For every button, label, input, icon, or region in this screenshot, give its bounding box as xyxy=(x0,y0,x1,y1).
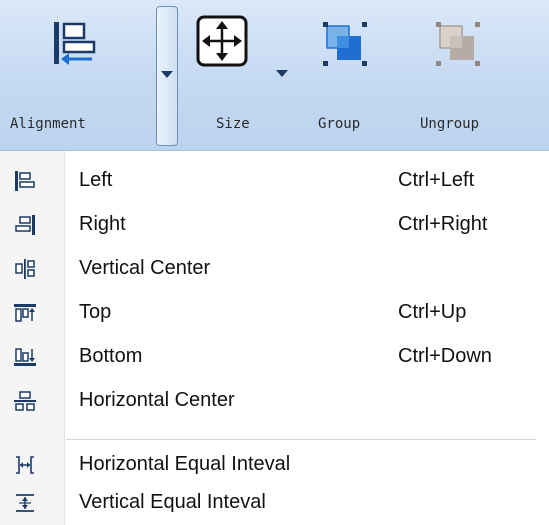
alignment-button[interactable]: Alignment xyxy=(0,0,156,150)
menu-item-bottom[interactable]: Bottom Ctrl+Down xyxy=(0,335,549,379)
menu-item-shortcut: Ctrl+Left xyxy=(398,169,475,191)
menu-item-left[interactable]: Left Ctrl+Left xyxy=(0,159,549,203)
menu-item-label: Horizontal Equal Inteval xyxy=(79,453,291,475)
ribbon-toolbar: Alignment Size Group Ungroup xyxy=(0,0,549,151)
align-bottom-icon xyxy=(14,348,36,366)
menu-separator xyxy=(66,439,536,440)
alignment-label: Alignment xyxy=(10,116,86,132)
menu-item-top[interactable]: Top Ctrl+Up xyxy=(0,291,549,335)
align-top-icon xyxy=(14,304,36,322)
menu-item-horizontal-center[interactable]: Horizontal Center xyxy=(0,379,549,423)
menu-item-label: Vertical Equal Inteval xyxy=(79,491,266,513)
align-left-large-icon xyxy=(54,22,96,65)
menu-item-right[interactable]: Right Ctrl+Right xyxy=(0,203,549,247)
menu-item-label: Right xyxy=(79,213,126,235)
menu-item-label: Vertical Center xyxy=(79,257,211,279)
ungroup-icon xyxy=(436,22,480,66)
move-arrows-icon xyxy=(196,15,248,67)
vertical-equal-interval-icon xyxy=(16,494,34,512)
horizontal-equal-interval-icon xyxy=(16,456,34,474)
menu-item-vertical-equal-interval[interactable]: Vertical Equal Inteval xyxy=(0,481,549,525)
align-vertical-center-icon xyxy=(15,259,35,279)
group-label: Group xyxy=(318,116,361,132)
size-label: Size xyxy=(216,116,250,132)
alignment-menu: Left Ctrl+Left Right Ctrl+Right Vertical… xyxy=(0,151,549,525)
ungroup-label: Ungroup xyxy=(420,116,480,132)
alignment-dropdown-button[interactable] xyxy=(156,6,178,146)
dropdown-arrow-icon xyxy=(161,71,173,78)
size-button[interactable]: Size xyxy=(188,0,298,150)
menu-item-shortcut: Ctrl+Up xyxy=(398,301,467,323)
menu-item-label: Bottom xyxy=(79,345,143,367)
menu-item-label: Left xyxy=(79,169,113,191)
group-button[interactable]: Group xyxy=(305,0,393,150)
menu-item-shortcut: Ctrl+Down xyxy=(398,345,492,367)
size-dropdown-arrow-icon[interactable] xyxy=(276,70,288,77)
menu-item-label: Top xyxy=(79,301,112,323)
menu-item-vertical-center[interactable]: Vertical Center xyxy=(0,247,549,291)
group-icon xyxy=(323,22,367,66)
menu-item-shortcut: Ctrl+Right xyxy=(398,213,488,235)
align-right-icon xyxy=(15,215,35,235)
menu-item-label: Horizontal Center xyxy=(79,389,235,411)
align-left-icon xyxy=(15,171,35,191)
ungroup-button[interactable]: Ungroup xyxy=(408,0,518,150)
align-horizontal-center-icon xyxy=(14,391,36,411)
